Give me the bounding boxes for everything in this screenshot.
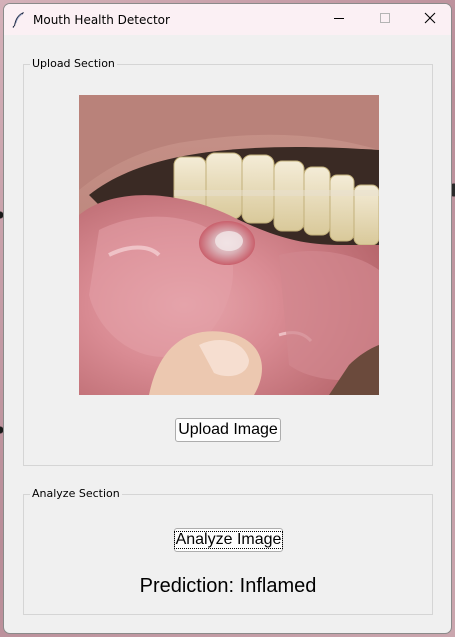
- maximize-button[interactable]: [362, 4, 408, 35]
- title-bar[interactable]: Mouth Health Detector: [4, 4, 451, 35]
- analyze-section: Analyze Section Analyze Image Prediction…: [23, 487, 433, 615]
- prediction-result: Prediction: Inflamed: [139, 575, 317, 597]
- feather-icon: [12, 11, 26, 28]
- analyze-button-label: Analyze Image: [173, 531, 284, 549]
- maximize-icon: [379, 11, 391, 29]
- minimize-icon: [333, 11, 345, 29]
- window-title: Mouth Health Detector: [33, 13, 170, 27]
- upload-section: Upload Section Upload Image: [23, 57, 433, 466]
- minimize-button[interactable]: [316, 4, 362, 35]
- analyze-section-legend: Analyze Section: [30, 487, 122, 500]
- app-window: Mouth Health Detector Upload Section Upl…: [3, 3, 452, 634]
- upload-section-legend: Upload Section: [30, 57, 117, 70]
- analyze-image-button[interactable]: Analyze Image: [173, 528, 284, 552]
- uploaded-mouth-image: [79, 95, 379, 395]
- close-button[interactable]: [407, 4, 451, 35]
- close-icon: [424, 11, 436, 29]
- upload-image-button[interactable]: Upload Image: [175, 418, 281, 442]
